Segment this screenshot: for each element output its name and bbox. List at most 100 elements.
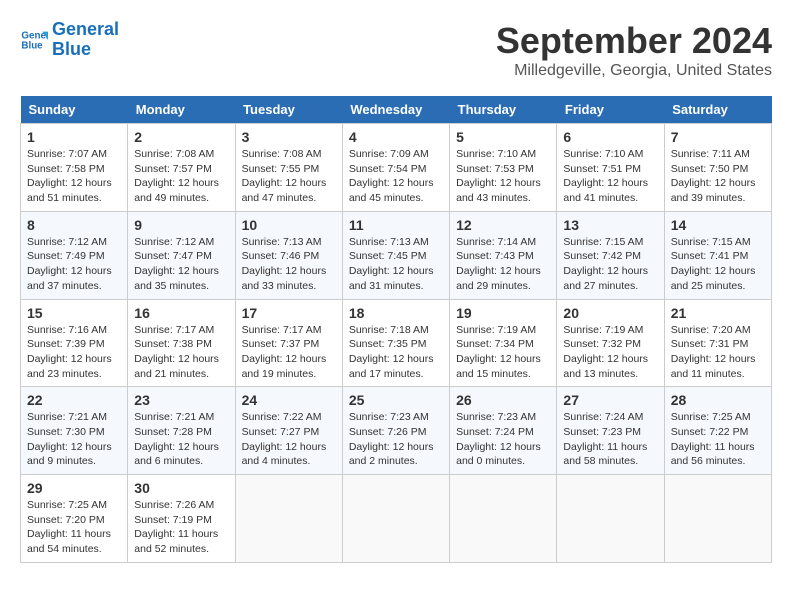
day-cell [342,475,449,563]
page-header: General Blue GeneralBlue September 2024 … [20,20,772,80]
week-row-2: 8 Sunrise: 7:12 AM Sunset: 7:49 PM Daylig… [21,211,772,299]
day-info: Sunrise: 7:26 AM Sunset: 7:19 PM Dayligh… [134,498,228,557]
day-info: Sunrise: 7:09 AM Sunset: 7:54 PM Dayligh… [349,147,443,206]
day-info: Sunrise: 7:08 AM Sunset: 7:57 PM Dayligh… [134,147,228,206]
logo-icon: General Blue [20,26,48,54]
day-info: Sunrise: 7:07 AM Sunset: 7:58 PM Dayligh… [27,147,121,206]
day-info: Sunrise: 7:21 AM Sunset: 7:28 PM Dayligh… [134,410,228,469]
day-cell: 26 Sunrise: 7:23 AM Sunset: 7:24 PM Dayli… [450,387,557,475]
day-info: Sunrise: 7:08 AM Sunset: 7:55 PM Dayligh… [242,147,336,206]
svg-text:Blue: Blue [21,40,43,51]
day-info: Sunrise: 7:10 AM Sunset: 7:51 PM Dayligh… [563,147,657,206]
day-cell: 10Sunrise: 7:13 AM Sunset: 7:46 PM Dayli… [235,211,342,299]
day-number: 2 [134,129,228,145]
header-friday: Friday [557,96,664,124]
header-monday: Monday [128,96,235,124]
day-cell [450,475,557,563]
day-number: 9 [134,217,228,233]
day-cell: 19Sunrise: 7:19 AM Sunset: 7:34 PM Dayli… [450,299,557,387]
day-cell: 30 Sunrise: 7:26 AM Sunset: 7:19 PM Dayli… [128,475,235,563]
title-area: September 2024 Milledgeville, Georgia, U… [496,20,772,80]
day-number: 26 [456,392,550,408]
header-tuesday: Tuesday [235,96,342,124]
day-number: 10 [242,217,336,233]
week-row-3: 15Sunrise: 7:16 AM Sunset: 7:39 PM Dayli… [21,299,772,387]
day-info: Sunrise: 7:15 AM Sunset: 7:42 PM Dayligh… [563,235,657,294]
day-number: 3 [242,129,336,145]
day-cell: 8 Sunrise: 7:12 AM Sunset: 7:49 PM Daylig… [21,211,128,299]
day-cell: 7Sunrise: 7:11 AM Sunset: 7:50 PM Daylig… [664,124,771,212]
day-number: 11 [349,217,443,233]
day-info: Sunrise: 7:12 AM Sunset: 7:49 PM Dayligh… [27,235,121,294]
day-info: Sunrise: 7:17 AM Sunset: 7:37 PM Dayligh… [242,323,336,382]
day-number: 18 [349,305,443,321]
day-number: 17 [242,305,336,321]
day-info: Sunrise: 7:12 AM Sunset: 7:47 PM Dayligh… [134,235,228,294]
header-thursday: Thursday [450,96,557,124]
calendar-table: Sunday Monday Tuesday Wednesday Thursday… [20,96,772,563]
day-cell: 21 Sunrise: 7:20 AM Sunset: 7:31 PM Dayli… [664,299,771,387]
day-cell: 27 Sunrise: 7:24 AM Sunset: 7:23 PM Dayli… [557,387,664,475]
header-row: Sunday Monday Tuesday Wednesday Thursday… [21,96,772,124]
logo: General Blue GeneralBlue [20,20,119,60]
week-row-1: 1 Sunrise: 7:07 AM Sunset: 7:58 PM Daylig… [21,124,772,212]
day-number: 22 [27,392,121,408]
header-wednesday: Wednesday [342,96,449,124]
day-cell: 6 Sunrise: 7:10 AM Sunset: 7:51 PM Daylig… [557,124,664,212]
day-cell: 13 Sunrise: 7:15 AM Sunset: 7:42 PM Dayli… [557,211,664,299]
day-number: 14 [671,217,765,233]
day-info: Sunrise: 7:17 AM Sunset: 7:38 PM Dayligh… [134,323,228,382]
day-cell: 2 Sunrise: 7:08 AM Sunset: 7:57 PM Daylig… [128,124,235,212]
day-cell: 14Sunrise: 7:15 AM Sunset: 7:41 PM Dayli… [664,211,771,299]
day-number: 6 [563,129,657,145]
day-number: 24 [242,392,336,408]
day-info: Sunrise: 7:18 AM Sunset: 7:35 PM Dayligh… [349,323,443,382]
day-number: 7 [671,129,765,145]
month-title: September 2024 [496,20,772,62]
day-info: Sunrise: 7:19 AM Sunset: 7:32 PM Dayligh… [563,323,657,382]
day-info: Sunrise: 7:24 AM Sunset: 7:23 PM Dayligh… [563,410,657,469]
day-info: Sunrise: 7:21 AM Sunset: 7:30 PM Dayligh… [27,410,121,469]
day-cell: 11Sunrise: 7:13 AM Sunset: 7:45 PM Dayli… [342,211,449,299]
day-number: 1 [27,129,121,145]
day-cell: 18 Sunrise: 7:18 AM Sunset: 7:35 PM Dayli… [342,299,449,387]
day-number: 20 [563,305,657,321]
day-number: 19 [456,305,550,321]
day-cell: 23Sunrise: 7:21 AM Sunset: 7:28 PM Dayli… [128,387,235,475]
day-number: 4 [349,129,443,145]
day-cell: 25Sunrise: 7:23 AM Sunset: 7:26 PM Dayli… [342,387,449,475]
day-cell: 20 Sunrise: 7:19 AM Sunset: 7:32 PM Dayli… [557,299,664,387]
day-info: Sunrise: 7:25 AM Sunset: 7:22 PM Dayligh… [671,410,765,469]
day-cell: 24 Sunrise: 7:22 AM Sunset: 7:27 PM Dayli… [235,387,342,475]
day-number: 12 [456,217,550,233]
day-number: 27 [563,392,657,408]
header-sunday: Sunday [21,96,128,124]
day-cell: 29 Sunrise: 7:25 AM Sunset: 7:20 PM Dayli… [21,475,128,563]
day-info: Sunrise: 7:22 AM Sunset: 7:27 PM Dayligh… [242,410,336,469]
header-saturday: Saturday [664,96,771,124]
day-cell: 12 Sunrise: 7:14 AM Sunset: 7:43 PM Dayli… [450,211,557,299]
day-cell: 5Sunrise: 7:10 AM Sunset: 7:53 PM Daylig… [450,124,557,212]
day-number: 30 [134,480,228,496]
day-number: 29 [27,480,121,496]
day-number: 13 [563,217,657,233]
day-cell: 28Sunrise: 7:25 AM Sunset: 7:22 PM Dayli… [664,387,771,475]
day-info: Sunrise: 7:14 AM Sunset: 7:43 PM Dayligh… [456,235,550,294]
day-cell: 9 Sunrise: 7:12 AM Sunset: 7:47 PM Daylig… [128,211,235,299]
day-info: Sunrise: 7:25 AM Sunset: 7:20 PM Dayligh… [27,498,121,557]
day-number: 8 [27,217,121,233]
day-info: Sunrise: 7:20 AM Sunset: 7:31 PM Dayligh… [671,323,765,382]
week-row-4: 22 Sunrise: 7:21 AM Sunset: 7:30 PM Dayli… [21,387,772,475]
day-number: 21 [671,305,765,321]
day-cell [557,475,664,563]
week-row-5: 29 Sunrise: 7:25 AM Sunset: 7:20 PM Dayli… [21,475,772,563]
day-cell [235,475,342,563]
day-cell: 15Sunrise: 7:16 AM Sunset: 7:39 PM Dayli… [21,299,128,387]
day-cell: 22 Sunrise: 7:21 AM Sunset: 7:30 PM Dayli… [21,387,128,475]
day-info: Sunrise: 7:23 AM Sunset: 7:24 PM Dayligh… [456,410,550,469]
day-cell: 16Sunrise: 7:17 AM Sunset: 7:38 PM Dayli… [128,299,235,387]
logo-text: GeneralBlue [52,20,119,60]
day-cell: 4 Sunrise: 7:09 AM Sunset: 7:54 PM Daylig… [342,124,449,212]
day-number: 25 [349,392,443,408]
day-cell [664,475,771,563]
